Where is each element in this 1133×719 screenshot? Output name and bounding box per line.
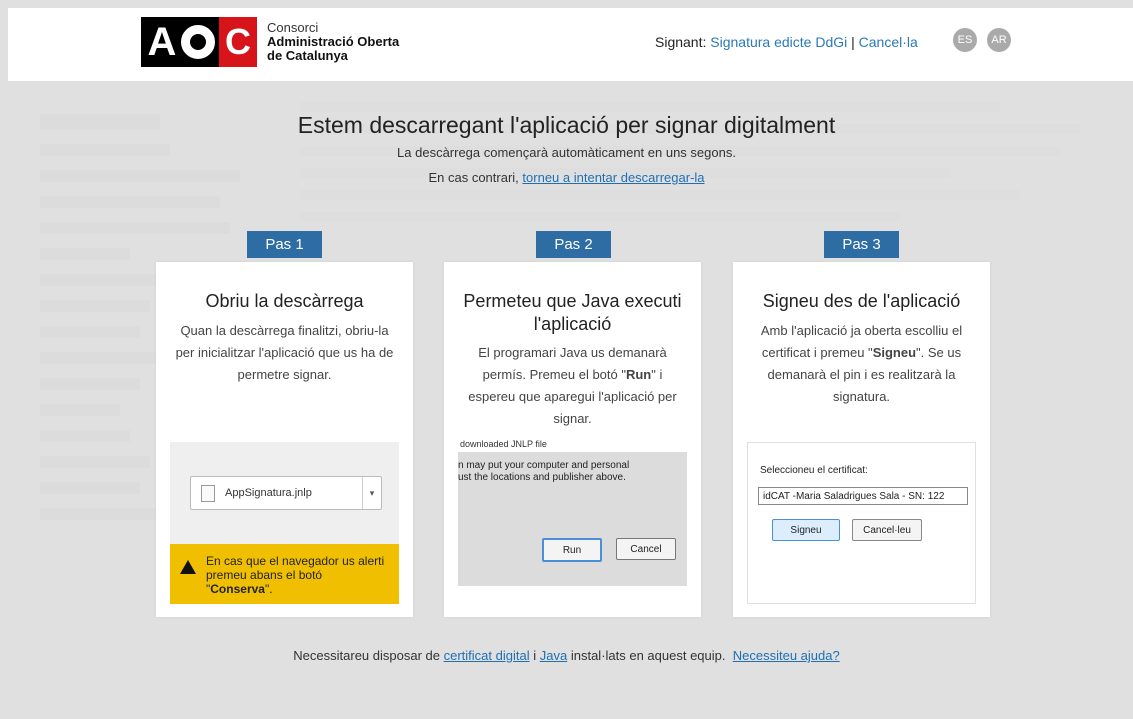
- help-link[interactable]: Necessiteu ajuda?: [733, 648, 840, 663]
- step-2-title: Permeteu que Java executi l'aplicació: [463, 291, 682, 334]
- logo-letter-a: A: [147, 19, 177, 64]
- step-2-text: El programari Java us demanarà permís. P…: [458, 342, 687, 430]
- page-title: Estem descarregant l'aplicació per signa…: [297, 112, 836, 138]
- warning-text-end: .: [269, 582, 273, 596]
- warning-text: En cas que el navegador us alerti premeu…: [206, 554, 385, 596]
- lang-ar-button[interactable]: AR: [987, 28, 1011, 52]
- requirements-line: Necessitareu disposar de certificat digi…: [0, 648, 1133, 663]
- logo-mark: A C: [141, 17, 257, 67]
- step-3-tab: Pas 3: [824, 231, 899, 258]
- signant-info: Signant: Signatura edicte DdGi | Cancel·…: [655, 34, 918, 50]
- logo-line-1: Consorci: [267, 20, 319, 35]
- step-3-title: Signeu des de l'aplicació: [762, 291, 961, 311]
- logo-ring: [181, 25, 215, 59]
- file-icon: [201, 484, 215, 502]
- signant-label: Signant:: [655, 34, 707, 50]
- step-1-tab: Pas 1: [247, 231, 322, 258]
- java-text-line-2: ust the locations and publisher above.: [458, 472, 626, 483]
- cancel-link[interactable]: Cancel·la: [859, 34, 918, 50]
- cancel-sign-button: Cancel·leu: [852, 519, 922, 541]
- requirements-suffix: instal·lats en aquest equip.: [570, 648, 726, 663]
- retry-download-link[interactable]: torneu a intentar descarregar-la: [522, 170, 704, 185]
- step-2-tab: Pas 2: [536, 231, 611, 258]
- logo-line-3: de Catalunya: [267, 48, 348, 63]
- step-2-screenshot: downloaded JNLP file n may put your comp…: [458, 438, 687, 586]
- download-item: AppSignatura.jnlp ▾: [190, 476, 382, 510]
- requirements-prefix: Necessitareu disposar de: [293, 648, 440, 663]
- warning-conserva-label: Conserva: [210, 582, 265, 596]
- java-run-button: Run: [542, 538, 602, 562]
- step-2-text-run: Run: [625, 367, 652, 382]
- logo-text: Consorci Administració Oberta de Catalun…: [267, 21, 399, 63]
- digital-certificate-link[interactable]: certificat digital: [444, 648, 530, 663]
- step-3-text: Amb l'aplicació ja oberta escolliu el ce…: [747, 320, 976, 408]
- java-dialog-text: n may put your computer and personal ust…: [458, 460, 629, 484]
- warning-icon: [180, 560, 196, 574]
- step-1-card: Obriu la descàrrega Quan la descàrrega f…: [156, 262, 413, 617]
- signant-document-link[interactable]: Signatura edicte DdGi: [710, 34, 847, 50]
- logo-line-2: Administració Oberta: [267, 34, 400, 49]
- aoc-logo: A C Consorci Administració Oberta de Cat…: [141, 17, 399, 67]
- requirements-and: i: [533, 648, 537, 663]
- step-3-card: Signeu des de l'aplicació Amb l'aplicaci…: [733, 262, 990, 617]
- step-1-screenshot: AppSignatura.jnlp ▾ En cas que el navega…: [170, 442, 399, 604]
- page-subtitle: La descàrrega començarà automàticament e…: [397, 145, 736, 160]
- signant-separator: |: [851, 34, 855, 50]
- java-cancel-button: Cancel: [616, 538, 676, 560]
- java-dialog-header: downloaded JNLP file: [458, 438, 687, 452]
- retry-prefix: En cas contrari,: [428, 170, 519, 185]
- step-1-title: Obriu la descàrrega: [205, 291, 364, 311]
- java-link[interactable]: Java: [540, 648, 567, 663]
- sign-button: Signeu: [772, 519, 840, 541]
- java-text-line-1: n may put your computer and personal: [458, 460, 630, 471]
- retry-line: En cas contrari, torneu a intentar desca…: [0, 170, 1133, 185]
- logo-letter-c: C: [219, 17, 257, 67]
- step-3-text-signeu: Signeu: [872, 345, 917, 360]
- step-3-screenshot: Seleccioneu el certificat: idCAT -Maria …: [747, 442, 976, 604]
- step-2-card: Permeteu que Java executi l'aplicació El…: [444, 262, 701, 617]
- certificate-label: Seleccioneu el certificat:: [760, 465, 868, 476]
- download-file-name: AppSignatura.jnlp: [225, 487, 312, 499]
- warning-banner: En cas que el navegador us alerti premeu…: [170, 544, 399, 604]
- lang-es-button[interactable]: ES: [953, 28, 977, 52]
- chevron-down-icon: ▾: [362, 477, 381, 509]
- header-bar: A C Consorci Administració Oberta de Cat…: [8, 8, 1133, 81]
- warning-text-main: En cas que el navegador us alerti premeu…: [206, 554, 385, 582]
- step-1-text: Quan la descàrrega finalitzi, obriu-la p…: [175, 323, 394, 382]
- certificate-select: idCAT -Maria Saladrigues Sala - SN: 122: [758, 487, 968, 505]
